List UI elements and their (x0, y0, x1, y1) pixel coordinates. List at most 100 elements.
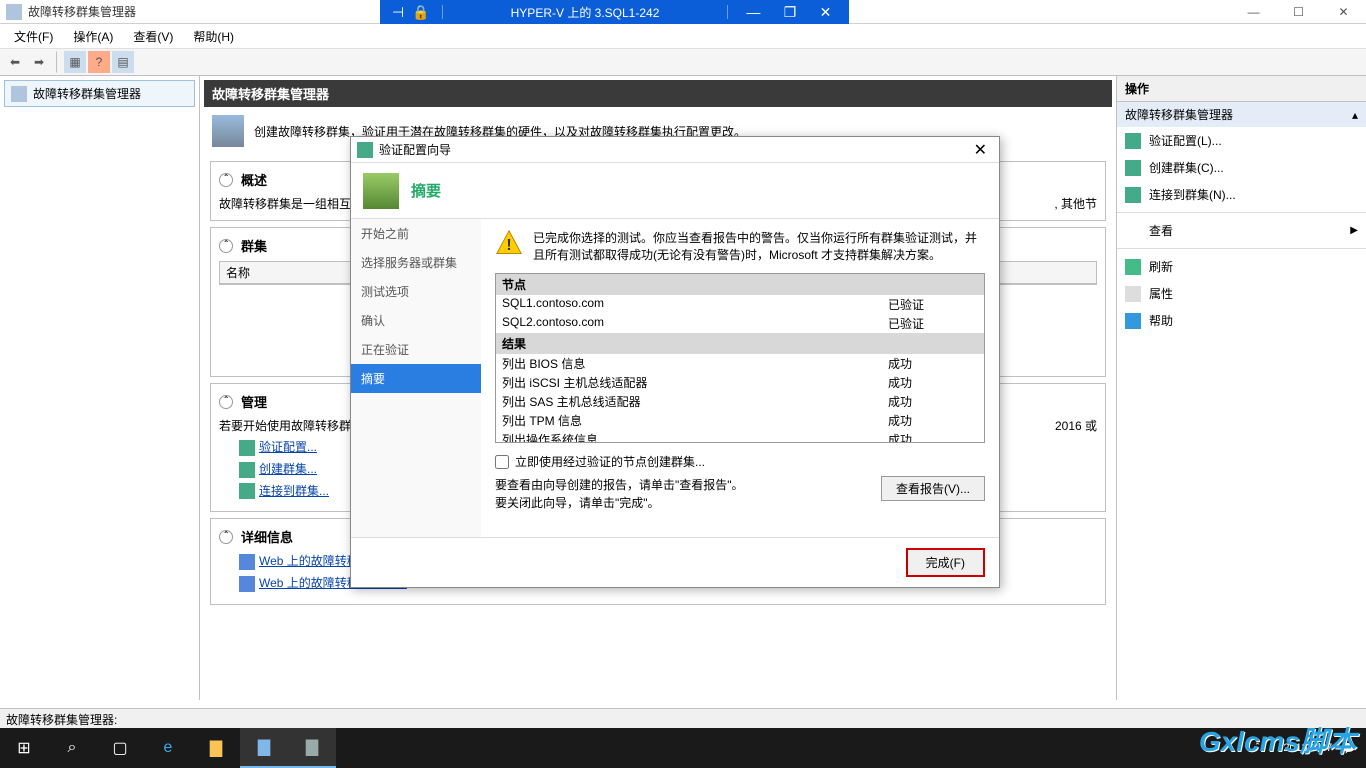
wizard-warning-text: 已完成你选择的测试。你应当查看报告中的警告。仅当你运行所有群集验证测试，并且所有… (533, 229, 985, 263)
wizard-content: ! 已完成你选择的测试。你应当查看报告中的警告。仅当你运行所有群集验证测试，并且… (481, 219, 999, 537)
close-button[interactable]: ✕ (1321, 0, 1366, 24)
taskbar-edge-icon[interactable]: e (144, 728, 192, 768)
create-cluster-checkbox-row: 立即使用经过验证的节点创建群集... (495, 453, 985, 470)
wizard-step-confirm[interactable]: 确认 (351, 306, 481, 335)
validate-icon (1125, 133, 1141, 149)
wizard-info: 要查看由向导创建的报告，请单击"查看报告"。 要关闭此向导，请单击"完成"。 (495, 476, 744, 512)
app-icon (6, 4, 22, 20)
actions-header: 操作 (1117, 76, 1366, 102)
wizard-step-summary[interactable]: 摘要 (351, 364, 481, 393)
manage-title: 管理 (241, 392, 267, 411)
overview-title: 概述 (241, 170, 267, 189)
table-row: 列出 TPM 信息成功 (496, 411, 984, 430)
remote-session-bar: ⊣ 🔒 HYPER-V 上的 3.SQL1-242 — ❐ ✕ (380, 0, 849, 24)
connect-icon (239, 483, 255, 499)
create-icon (1125, 160, 1141, 176)
action-create[interactable]: 创建群集(C)... (1117, 154, 1366, 181)
pin-icon[interactable]: ⊣ (392, 4, 404, 21)
taskbar-app-2[interactable]: ▇ (288, 728, 336, 768)
lock-icon[interactable]: 🔒 (412, 4, 429, 21)
search-button[interactable]: ⌕ (48, 728, 96, 768)
tree-root-label: 故障转移群集管理器 (33, 85, 141, 102)
taskbar-explorer-icon[interactable]: ▇ (192, 728, 240, 768)
window-title: 故障转移群集管理器 (28, 3, 136, 20)
wizard-nav: 开始之前 选择服务器或群集 测试选项 确认 正在验证 摘要 (351, 219, 481, 537)
tree-root[interactable]: 故障转移群集管理器 (4, 80, 195, 107)
wizard-step-options[interactable]: 测试选项 (351, 277, 481, 306)
toolbar-button-1[interactable]: ▦ (64, 51, 86, 73)
create-cluster-checkbox[interactable] (495, 455, 509, 469)
toolbar-button-3[interactable]: ▤ (112, 51, 134, 73)
action-properties[interactable]: 属性 (1117, 280, 1366, 307)
manage-suffix: 2016 或 (1055, 417, 1097, 434)
collapse-icon[interactable]: ˆ (219, 530, 233, 544)
menu-file[interactable]: 文件(F) (4, 28, 63, 45)
remote-close-button[interactable]: ✕ (820, 4, 832, 20)
maximize-button[interactable]: ☐ (1276, 0, 1321, 24)
results-box[interactable]: 节点 SQL1.contoso.com已验证 SQL2.contoso.com已… (495, 273, 985, 443)
task-view-button[interactable]: ▢ (96, 728, 144, 768)
actions-group-label: 故障转移群集管理器 (1125, 106, 1233, 123)
taskbar-app-1[interactable]: ▇ (240, 728, 288, 768)
remote-minimize-button[interactable]: — (746, 4, 760, 20)
toolbar-button-2[interactable]: ? (88, 51, 110, 73)
forward-button[interactable]: ➡ (28, 51, 50, 73)
wizard-titlebar: 验证配置向导 ✕ (351, 137, 999, 163)
globe-icon (239, 554, 255, 570)
collapse-icon[interactable]: ˆ (219, 395, 233, 409)
nodes-header: 节点 (496, 274, 984, 295)
table-row: 列出 BIOS 信息成功 (496, 354, 984, 373)
action-validate[interactable]: 验证配置(L)... (1117, 127, 1366, 154)
help-icon (1125, 313, 1141, 329)
toolbar: ⬅ ➡ ▦ ? ▤ (0, 48, 1366, 76)
menu-view[interactable]: 查看(V) (123, 28, 183, 45)
wizard-header-icon (363, 173, 399, 209)
cluster-intro-icon (212, 115, 244, 147)
menu-action[interactable]: 操作(A) (63, 28, 123, 45)
table-row: 列出操作系统信息成功 (496, 430, 984, 443)
globe-icon (239, 576, 255, 592)
chevron-right-icon: ▶ (1350, 225, 1358, 236)
wizard-header: 摘要 (351, 163, 999, 219)
action-view[interactable]: 查看▶ (1117, 217, 1366, 244)
table-row: SQL2.contoso.com已验证 (496, 314, 984, 333)
back-button[interactable]: ⬅ (4, 51, 26, 73)
wizard-icon (357, 142, 373, 158)
warning-icon: ! (495, 229, 523, 257)
overview-suffix: , 其他节 (1054, 195, 1097, 212)
collapse-icon[interactable]: ▴ (1352, 108, 1358, 122)
remote-restore-button[interactable]: ❐ (784, 4, 797, 20)
action-connect[interactable]: 连接到群集(N)... (1117, 181, 1366, 208)
view-report-button[interactable]: 查看报告(V)... (881, 476, 985, 501)
finish-button[interactable]: 完成(F) (906, 548, 985, 577)
checkbox-label: 立即使用经过验证的节点创建群集... (515, 453, 705, 470)
table-row: 列出 SAS 主机总线适配器成功 (496, 392, 984, 411)
statusbar: 故障转移群集管理器: (0, 708, 1366, 728)
refresh-icon (1125, 259, 1141, 275)
menu-help[interactable]: 帮助(H) (183, 28, 244, 45)
cluster-manager-icon (11, 86, 27, 102)
validation-wizard-dialog: 验证配置向导 ✕ 摘要 开始之前 选择服务器或群集 测试选项 确认 正在验证 摘… (350, 136, 1000, 588)
table-row: SQL1.contoso.com已验证 (496, 295, 984, 314)
collapse-icon[interactable]: ˆ (219, 173, 233, 187)
start-button[interactable]: ⊞ (0, 728, 48, 768)
wizard-step-validating[interactable]: 正在验证 (351, 335, 481, 364)
wizard-step-before[interactable]: 开始之前 (351, 219, 481, 248)
actions-group: 故障转移群集管理器 ▴ (1117, 102, 1366, 127)
wizard-close-button[interactable]: ✕ (968, 140, 993, 160)
wizard-title: 验证配置向导 (379, 141, 451, 158)
minimize-button[interactable]: — (1231, 0, 1276, 24)
validate-icon (239, 440, 255, 456)
watermark: Gxlcms脚本 (1199, 720, 1356, 760)
connect-icon (1125, 187, 1141, 203)
wizard-step-select[interactable]: 选择服务器或群集 (351, 248, 481, 277)
table-row: 列出 iSCSI 主机总线适配器成功 (496, 373, 984, 392)
wizard-header-title: 摘要 (411, 180, 441, 201)
collapse-icon[interactable]: ˆ (219, 239, 233, 253)
svg-text:!: ! (506, 237, 511, 254)
properties-icon (1125, 286, 1141, 302)
action-help[interactable]: 帮助 (1117, 307, 1366, 334)
create-icon (239, 462, 255, 478)
action-refresh[interactable]: 刷新 (1117, 253, 1366, 280)
window-controls: — ☐ ✕ (1231, 0, 1366, 24)
